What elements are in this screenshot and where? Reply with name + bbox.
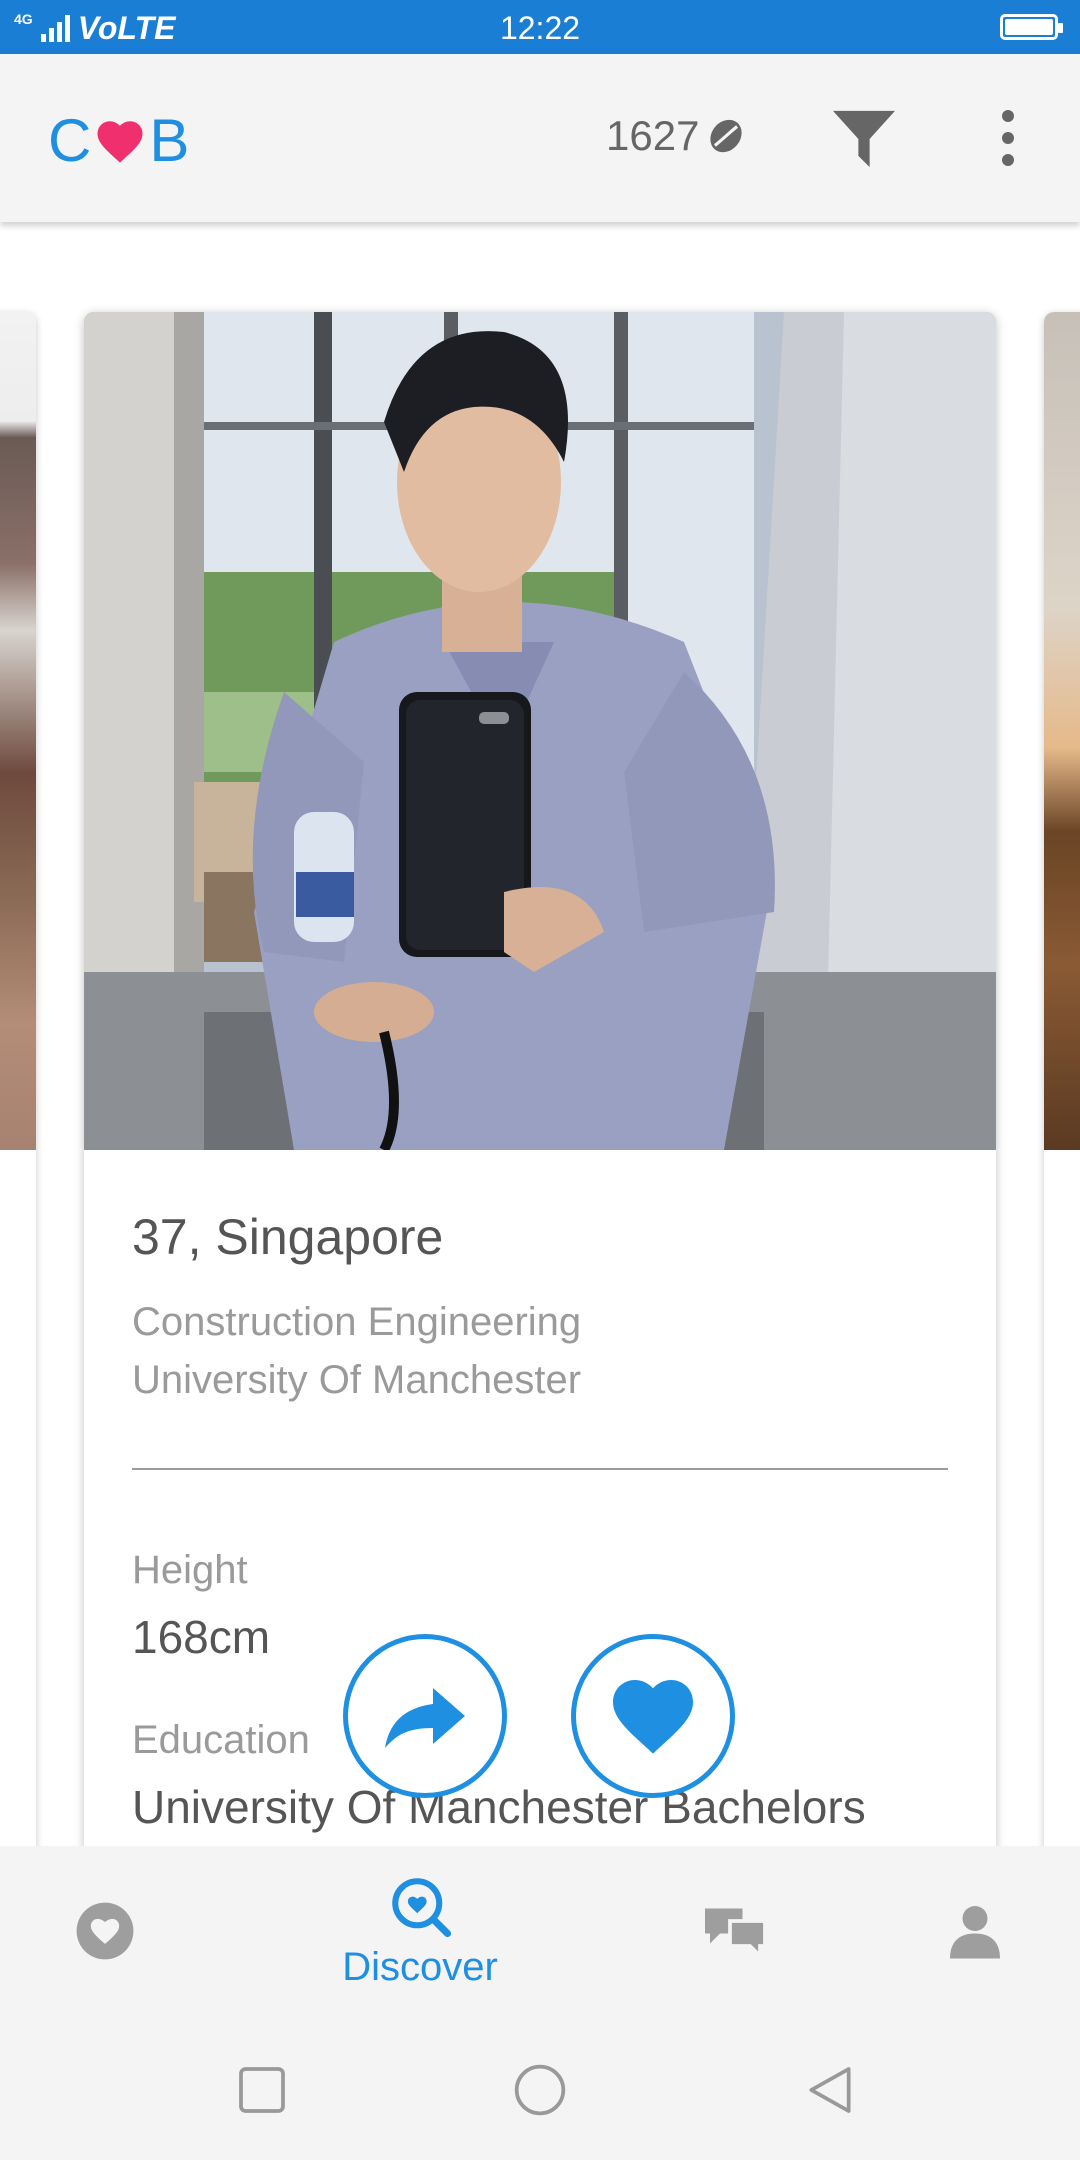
heart-circle-icon — [76, 1902, 134, 1960]
home-icon[interactable] — [512, 2062, 568, 2118]
profile-school: University Of Manchester — [132, 1358, 582, 1402]
filter-icon[interactable] — [830, 108, 898, 170]
recent-apps-icon[interactable] — [234, 2062, 290, 2118]
back-icon[interactable] — [802, 2062, 858, 2118]
nav-discover-label: Discover — [342, 1944, 498, 1989]
education-label: Education — [132, 1718, 310, 1762]
share-button[interactable] — [343, 1634, 507, 1798]
next-profile-card[interactable] — [1044, 312, 1080, 1872]
system-navigation-bar — [0, 2016, 1080, 2160]
section-divider — [132, 1468, 948, 1470]
education-value: University Of Manchester Bachelors — [132, 1781, 866, 1833]
profile-card[interactable]: 37, Singapore Construction Engineering U… — [84, 312, 996, 1872]
more-options-icon[interactable] — [990, 106, 1026, 170]
nav-chats[interactable] — [690, 1846, 780, 2016]
discover-search-icon — [392, 1877, 452, 1937]
previous-profile-card[interactable] — [0, 312, 36, 1872]
battery-icon — [1000, 14, 1063, 40]
logo-letter-left: C — [48, 107, 92, 174]
app-screen: 4G VoLTE 12:22 C B 1627 37, Singapore Co… — [0, 0, 1080, 2160]
app-logo: C B — [48, 106, 189, 175]
person-icon — [950, 1906, 1000, 1959]
nav-discover[interactable]: Discover — [330, 1846, 510, 2016]
next-profile-photo — [1044, 312, 1080, 1150]
app-header: C B 1627 — [0, 54, 1080, 222]
coffee-bean-icon — [710, 119, 743, 153]
credits-balance[interactable]: 1627 — [606, 112, 745, 160]
profile-occupation: Construction Engineering — [132, 1300, 582, 1344]
nav-profile[interactable] — [930, 1846, 1020, 2016]
profile-photo[interactable] — [84, 312, 996, 1150]
share-arrow-icon — [385, 1688, 465, 1748]
logo-heart-icon — [97, 120, 143, 163]
bottom-navigation: Discover — [0, 1846, 1080, 2016]
heart-icon — [613, 1680, 693, 1754]
height-value: 168cm — [132, 1611, 271, 1663]
like-button[interactable] — [571, 1634, 735, 1798]
credits-count: 1627 — [606, 112, 700, 159]
profile-age-location: 37, Singapore — [132, 1209, 444, 1265]
previous-profile-photo — [0, 312, 36, 1150]
height-label: Height — [132, 1548, 248, 1592]
chat-bubbles-icon — [705, 1908, 767, 1961]
logo-letter-right: B — [149, 107, 190, 174]
battery-level — [1005, 19, 1053, 35]
status-time: 12:22 — [499, 10, 581, 46]
status-bar: 4G VoLTE 12:22 — [0, 0, 1080, 54]
nav-likes[interactable] — [60, 1846, 150, 2016]
